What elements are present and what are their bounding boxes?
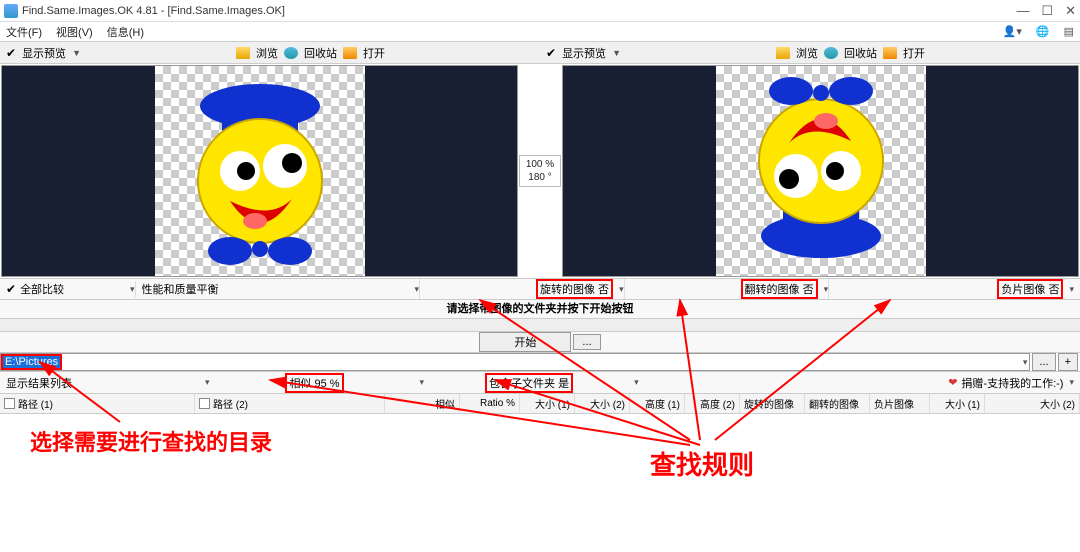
- maximize-button[interactable]: ☐: [1041, 3, 1053, 19]
- col-size2[interactable]: 大小 (2): [590, 396, 625, 411]
- recycle-icon: [284, 47, 298, 59]
- user-icon[interactable]: 👤▾: [1003, 25, 1022, 38]
- result-options-row: 显示结果列表 ▾ 相似 95 % ▾ 包含子文件夹 是 ▾ ❤ 捐赠-支持我的工…: [0, 372, 1080, 394]
- browse-right[interactable]: 浏览: [796, 45, 818, 61]
- open-right[interactable]: 打开: [903, 45, 925, 61]
- col-size1[interactable]: 大小 (1): [535, 396, 570, 411]
- path-browse-button[interactable]: ...: [1032, 353, 1055, 371]
- results-header: 路径 (1) 路径 (2) 相似 Ratio % 大小 (1) 大小 (2) 高…: [0, 394, 1080, 414]
- image-right: [716, 66, 926, 276]
- path-input[interactable]: E:\Pictures ▾: [0, 353, 1030, 371]
- preview-row: 100 % 180 °: [0, 64, 1080, 278]
- zoom-rotation-panel: 100 % 180 °: [519, 155, 561, 187]
- start-row: 开始 ...: [0, 332, 1080, 352]
- folder-icon: [776, 47, 790, 59]
- all-compare-dropdown[interactable]: 全部比较: [20, 281, 64, 297]
- flip-dropdown[interactable]: 翻转的图像 否: [741, 279, 818, 299]
- negative-dropdown[interactable]: 负片图像 否: [997, 279, 1063, 299]
- chevron-down-icon[interactable]: ▼: [612, 48, 621, 58]
- open-icon: [883, 47, 897, 59]
- col-rotimg[interactable]: 旋转的图像: [744, 396, 794, 411]
- title-bar: Find.Same.Images.OK 4.81 - [Find.Same.Im…: [0, 0, 1080, 22]
- browse-left[interactable]: 浏览: [256, 45, 278, 61]
- col-flipimg[interactable]: 翻转的图像: [809, 396, 859, 411]
- path-value: E:\Pictures: [3, 356, 60, 368]
- progress-bar: [0, 318, 1080, 332]
- preview-right[interactable]: [562, 65, 1079, 277]
- donate-link[interactable]: 捐赠-支持我的工作:-): [961, 375, 1063, 391]
- settings-icon[interactable]: ▤: [1064, 25, 1074, 38]
- recycle-icon: [824, 47, 838, 59]
- folder-icon: [236, 47, 250, 59]
- subfolders-dropdown[interactable]: 包含子文件夹 是: [485, 373, 573, 393]
- chevron-down-icon[interactable]: ▾: [1069, 377, 1074, 388]
- menu-view[interactable]: 视图(V): [56, 24, 93, 40]
- checkbox[interactable]: [199, 398, 210, 409]
- image-left: [155, 66, 365, 276]
- similarity-dropdown[interactable]: 相似 95 %: [285, 373, 343, 393]
- menu-bar: 文件(F) 视图(V) 信息(H) 👤▾ 🌐 ▤: [0, 22, 1080, 42]
- menu-info[interactable]: 信息(H): [107, 24, 144, 40]
- col-height2[interactable]: 高度 (2): [700, 396, 735, 411]
- app-icon: [4, 4, 18, 18]
- chevron-down-icon[interactable]: ▾: [1023, 357, 1028, 368]
- preview-left[interactable]: [1, 65, 518, 277]
- minimize-button[interactable]: —: [1016, 3, 1029, 19]
- chevron-down-icon[interactable]: ▾: [1069, 284, 1074, 295]
- performance-dropdown[interactable]: 性能和质量平衡: [142, 281, 219, 297]
- col-path2[interactable]: 路径 (2): [213, 396, 248, 411]
- compare-options-row: ✔ 全部比较 ▾ 性能和质量平衡 ▾ 旋转的图像 否 ▾ 翻转的图像 否 ▾ 负…: [0, 278, 1080, 300]
- col-ratio[interactable]: Ratio %: [480, 398, 515, 409]
- rotation-label: 180 °: [528, 171, 551, 184]
- recycle-right[interactable]: 回收站: [844, 45, 877, 61]
- world-icon[interactable]: 🌐: [1036, 25, 1050, 38]
- close-button[interactable]: ✕: [1065, 3, 1076, 19]
- zoom-label: 100 %: [526, 158, 554, 171]
- col-negimg[interactable]: 负片图像: [874, 396, 914, 411]
- col-similar[interactable]: 相似: [435, 396, 455, 411]
- path-add-button[interactable]: +: [1058, 353, 1078, 371]
- checkbox[interactable]: [4, 398, 15, 409]
- check-icon: ✔: [6, 46, 16, 60]
- open-icon: [343, 47, 357, 59]
- col-height1[interactable]: 高度 (1): [645, 396, 680, 411]
- hint-text: 请选择带图像的文件夹并按下开始按钮: [0, 300, 1080, 318]
- show-preview-left[interactable]: 显示预览: [22, 45, 66, 61]
- check-icon: ✔: [6, 282, 16, 296]
- col-path1[interactable]: 路径 (1): [18, 396, 53, 411]
- col-fsize2[interactable]: 大小 (2): [1040, 396, 1075, 411]
- path-row: E:\Pictures ▾ ... +: [0, 352, 1080, 372]
- col-fsize1[interactable]: 大小 (1): [945, 396, 980, 411]
- show-preview-right[interactable]: 显示预览: [562, 45, 606, 61]
- results-list[interactable]: [0, 414, 1080, 552]
- check-icon: ✔: [546, 46, 556, 60]
- heart-icon: ❤: [948, 376, 957, 389]
- recycle-left[interactable]: 回收站: [304, 45, 337, 61]
- menu-file[interactable]: 文件(F): [6, 24, 42, 40]
- chevron-down-icon[interactable]: ▼: [72, 48, 81, 58]
- window-title: Find.Same.Images.OK 4.81 - [Find.Same.Im…: [22, 5, 1016, 17]
- start-more-button[interactable]: ...: [573, 334, 600, 350]
- toolbar: ✔ 显示预览 ▼ 浏览 回收站 打开 ✔ 显示预览 ▼ 浏览 回收站 打开: [0, 42, 1080, 64]
- open-left[interactable]: 打开: [363, 45, 385, 61]
- start-button[interactable]: 开始: [479, 332, 571, 352]
- show-results-dropdown[interactable]: 显示结果列表: [6, 375, 72, 391]
- rotate-dropdown[interactable]: 旋转的图像 否: [536, 279, 613, 299]
